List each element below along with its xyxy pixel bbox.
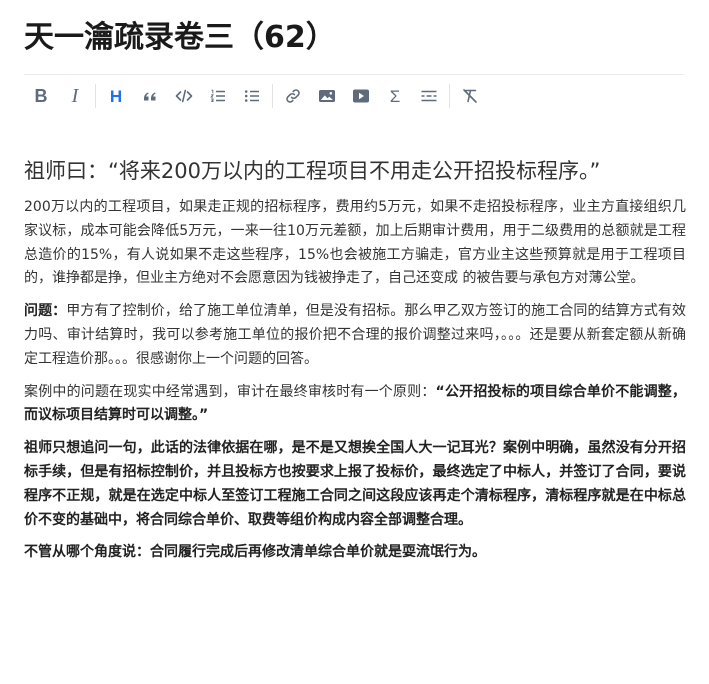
clear-format-icon xyxy=(463,89,477,103)
conclusion-text: 不管从哪个角度说：合同履行完成后再修改清单综合单价就是耍流氓行为。 xyxy=(24,544,486,561)
analysis-paragraph: 祖师只想追问一句，此话的法律依据在哪，是不是又想挨全国人大一记耳光？案例中明确，… xyxy=(24,437,686,532)
code-button[interactable] xyxy=(167,80,201,112)
principle-paragraph: 案例中的问题在现实中经常遇到，审计在最终审核时有一个原则：“公开招投标的项目综合… xyxy=(24,381,686,429)
bullet-list-icon xyxy=(244,90,259,102)
divider-button[interactable] xyxy=(412,80,446,112)
question-paragraph: 问题：甲方有了控制价，给了施工单位清单，但是没有招标。那么甲乙双方签订的施工合同… xyxy=(24,300,686,371)
bold-icon: B xyxy=(34,86,48,106)
heading-icon: H xyxy=(109,86,123,106)
ordered-list-button[interactable] xyxy=(201,80,235,112)
analysis-text: 祖师只想追问一句，此话的法律依据在哪，是不是又想挨全国人大一记耳光？案例中明确，… xyxy=(24,440,686,528)
ordered-list-icon xyxy=(210,89,225,103)
link-icon xyxy=(286,89,300,103)
quote-icon xyxy=(144,92,156,101)
quote-button[interactable] xyxy=(133,80,167,112)
toolbar-separator xyxy=(272,84,273,108)
italic-button[interactable]: I xyxy=(58,80,92,112)
article-paragraph: 200万以内的工程项目，如果走正规的招标程序，费用约5万元，如果不走招投标程序，… xyxy=(24,199,686,287)
conclusion-paragraph: 不管从哪个角度说：合同履行完成后再修改清单综合单价就是耍流氓行为。 xyxy=(24,541,686,565)
video-icon xyxy=(353,89,369,103)
question-text: 甲方有了控制价，给了施工单位清单，但是没有招标。那么甲乙双方签订的施工合同的结算… xyxy=(24,303,687,367)
bold-button[interactable]: B xyxy=(24,80,58,112)
image-icon xyxy=(319,90,335,102)
heading-button[interactable]: H xyxy=(99,80,133,112)
image-button[interactable] xyxy=(310,80,344,112)
article-heading: 祖师曰：“将来200万以内的工程项目不用走公开招投标程序。” xyxy=(24,159,601,183)
article-content[interactable]: 祖师曰：“将来200万以内的工程项目不用走公开招投标程序。” 200万以内的工程… xyxy=(24,158,686,565)
code-icon xyxy=(175,89,193,103)
toolbar-separator xyxy=(95,84,96,108)
toolbar-separator xyxy=(449,84,450,108)
clear-format-button[interactable] xyxy=(453,80,487,112)
bullet-list-button[interactable] xyxy=(235,80,269,112)
editor-toolbar: B I H Σ xyxy=(24,80,492,112)
formula-button[interactable]: Σ xyxy=(378,80,412,112)
page-title: 天一瀹疏录卷三（62） xyxy=(24,20,336,55)
title-divider xyxy=(24,74,684,75)
link-button[interactable] xyxy=(276,80,310,112)
video-button[interactable] xyxy=(344,80,378,112)
question-label: 问题： xyxy=(24,303,67,320)
sigma-icon: Σ xyxy=(389,86,401,106)
principle-text: 案例中的问题在现实中经常遇到，审计在最终审核时有一个原则： xyxy=(24,383,436,400)
horizontal-rule-icon xyxy=(421,90,437,102)
italic-icon: I xyxy=(71,85,79,107)
